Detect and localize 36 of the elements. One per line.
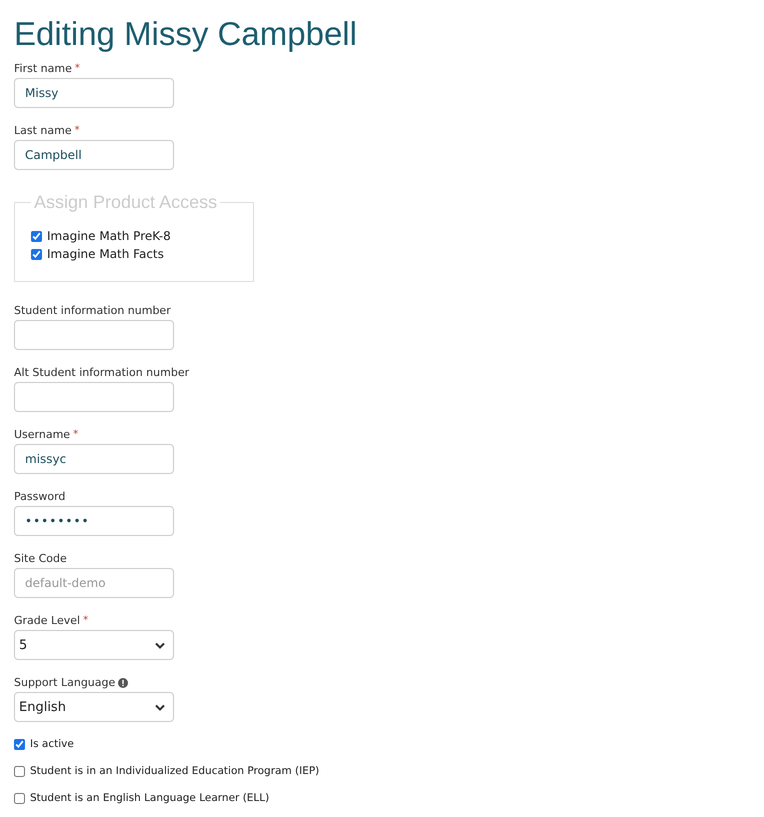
checkbox-label: Imagine Math PreK-8 [47, 229, 171, 243]
field-label: First name [14, 62, 72, 76]
field-label: Username [14, 428, 70, 442]
checkbox-label: Student is in an Individualized Education Program (IEP) [30, 765, 320, 777]
checkbox[interactable] [14, 792, 25, 804]
field-label: Alt Student information number [14, 366, 190, 380]
checkbox-label: Is active [30, 738, 74, 750]
field-label: Support Language [14, 676, 116, 690]
page-title: Editing Missy Campbell [14, 14, 358, 54]
input-field[interactable]: missyc [14, 444, 174, 474]
input-field[interactable]: Missy [14, 78, 174, 108]
required-mark: * [73, 428, 78, 442]
field-label: Site Code [14, 552, 67, 566]
chevron-down-icon [155, 704, 165, 710]
password-field[interactable]: •••••••• [14, 506, 174, 536]
field-label: Grade Level [14, 614, 80, 628]
field-label: Student information number [14, 304, 171, 318]
chevron-down-icon [155, 642, 165, 648]
input-field[interactable] [14, 382, 174, 412]
checkbox-label: Imagine Math Facts [47, 247, 164, 261]
select-field[interactable]: 5 [14, 630, 174, 660]
field-label: Password [14, 490, 66, 504]
input-field[interactable] [14, 320, 174, 350]
checkbox-label: Student is an English Language Learner (ELL) [30, 792, 270, 804]
info-icon[interactable] [118, 678, 128, 688]
required-mark: * [74, 62, 80, 76]
checkbox[interactable] [14, 738, 25, 750]
input-field[interactable]: default-demo [14, 568, 174, 598]
input-field[interactable]: Campbell [14, 140, 174, 170]
checkbox[interactable] [14, 766, 25, 776]
checkbox[interactable] [31, 230, 42, 242]
checkbox[interactable] [31, 248, 42, 260]
select-field[interactable]: English [14, 692, 174, 722]
required-mark: * [74, 124, 80, 138]
field-label: Last name [14, 124, 72, 138]
required-mark: * [83, 614, 88, 628]
